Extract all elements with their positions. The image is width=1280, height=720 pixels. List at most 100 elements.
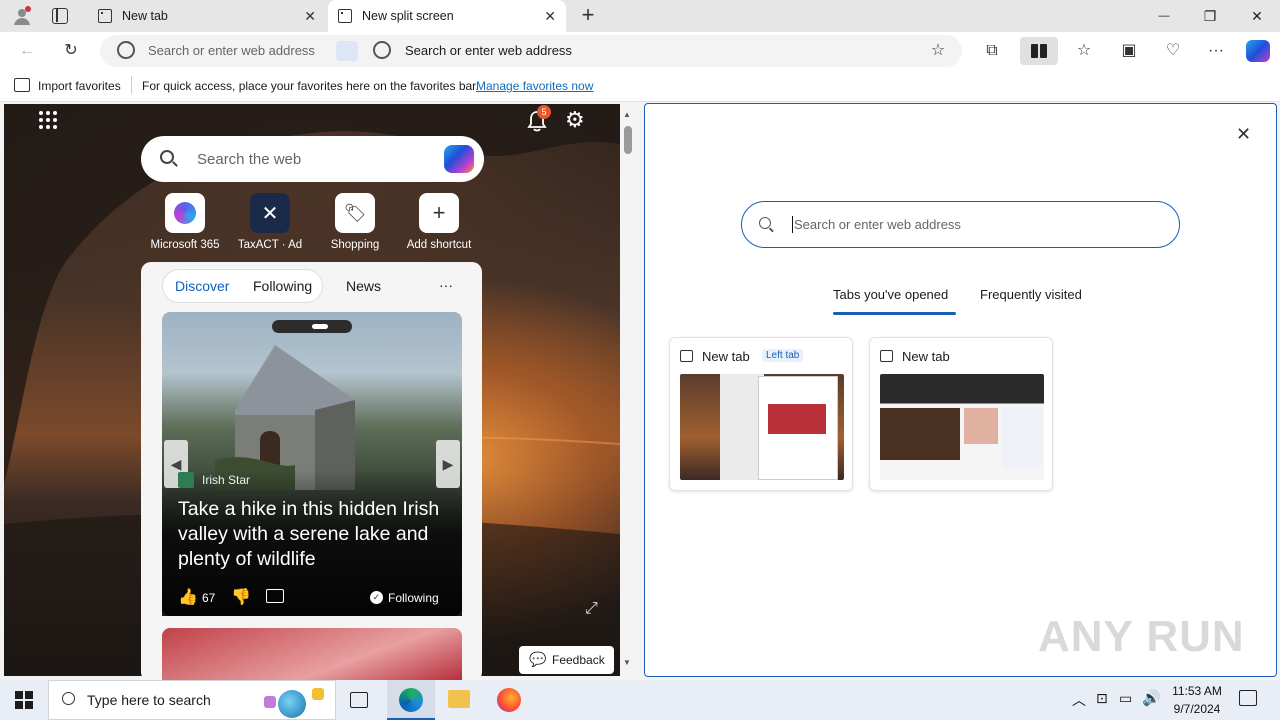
tab-frequently-visited[interactable]: Frequently visited (980, 287, 1082, 302)
favorite-star-icon[interactable]: ☆ (927, 40, 949, 62)
profile-avatar[interactable] (12, 6, 32, 26)
close-tab-icon[interactable]: ✕ (304, 8, 316, 25)
tab-tabs-youve-opened[interactable]: Tabs you've opened (833, 287, 948, 302)
volume-icon[interactable]: 🔊 (1142, 689, 1161, 707)
close-split-pane-icon[interactable]: ✕ (1236, 124, 1251, 145)
card-headline[interactable]: Take a hike in this hidden Irish valley … (178, 497, 453, 572)
feedback-icon: 💬 (529, 651, 547, 667)
web-search-input[interactable]: Search the web (197, 151, 301, 168)
opened-tab-card[interactable]: New tab Left tab (669, 337, 853, 491)
tab-preview-thumbnail (680, 374, 844, 480)
opened-tab-title: New tab (902, 349, 950, 364)
tab-actions-icon[interactable] (52, 8, 68, 24)
split-screen-button[interactable] (1020, 37, 1058, 65)
scroll-up-arrow[interactable]: ▲ (623, 110, 631, 119)
card-source: Irish Star (202, 473, 251, 487)
like-icon[interactable]: 👍 (178, 587, 198, 607)
favorites-hint: For quick access, place your favorites h… (142, 79, 479, 93)
plus-icon: + (419, 193, 459, 233)
shortcut-shopping[interactable]: 🏷 Shopping (320, 193, 390, 251)
carousel-next-button[interactable]: ▶ (436, 440, 460, 488)
task-view-icon[interactable] (350, 692, 368, 708)
feedback-button[interactable]: 💬 Feedback (519, 646, 614, 674)
clock-date[interactable]: 9/7/2024 (1170, 702, 1224, 716)
shortcut-label: TaxACT · Ad (237, 239, 303, 251)
tab-title: New split screen (362, 9, 454, 23)
network-icon[interactable]: ▭ (1119, 690, 1132, 707)
firefox-icon[interactable] (497, 688, 521, 712)
text-caret (792, 216, 793, 233)
like-count: 67 (202, 591, 216, 605)
feed-tab-discover[interactable]: Discover (175, 278, 229, 294)
minimize-button[interactable]: — (1152, 4, 1176, 28)
feed-more-icon[interactable]: ··· (439, 277, 453, 293)
active-tab-underline (833, 312, 956, 315)
opened-tab-card[interactable]: New tab (869, 337, 1053, 491)
news-card-2[interactable] (162, 628, 462, 688)
following-check-icon: ✓ (370, 591, 383, 604)
microsoft-365-icon (165, 193, 205, 233)
back-icon[interactable]: ← (16, 40, 38, 62)
page-icon (680, 350, 693, 362)
comment-icon[interactable] (266, 589, 284, 603)
close-window-button[interactable]: ✕ (1245, 4, 1269, 28)
scrollbar-thumb[interactable] (624, 126, 632, 154)
manage-favorites-link[interactable]: Manage favorites now (476, 79, 593, 93)
shopping-tag-icon: 🏷 (335, 193, 375, 233)
start-windows-icon[interactable] (14, 690, 34, 710)
tab-new-split-screen[interactable]: New split screen ✕ (328, 0, 566, 32)
more-menu-icon[interactable]: ··· (1205, 40, 1227, 62)
import-favorites-button[interactable]: Import favorites (38, 79, 121, 93)
favorites-icon[interactable]: ☆ (1073, 40, 1095, 62)
web-search-box[interactable] (141, 136, 484, 182)
taskbar-search-input[interactable]: Type here to search (87, 692, 211, 708)
notifications-icon[interactable] (1239, 690, 1257, 706)
browser-essentials-icon[interactable]: ♡ (1162, 40, 1184, 62)
import-favorites-icon (14, 78, 30, 92)
feed-tab-news[interactable]: News (346, 278, 381, 294)
refresh-icon[interactable]: ↻ (60, 40, 82, 62)
shortcut-add[interactable]: + Add shortcut (404, 193, 474, 251)
feedback-label: Feedback (552, 653, 605, 667)
tab-new-tab[interactable]: New tab ✕ (88, 0, 326, 32)
collections-icon[interactable]: ▣ (1118, 40, 1140, 62)
apps-launcher-icon[interactable] (38, 110, 58, 130)
device-icon[interactable]: ⊡ (1096, 690, 1108, 707)
carousel-indicator (272, 320, 352, 333)
favbar-divider (131, 76, 132, 94)
edge-taskbar-icon[interactable] (387, 680, 435, 720)
dislike-icon[interactable]: 👎 (231, 587, 251, 607)
show-hidden-icons[interactable]: ︿ (1072, 690, 1086, 710)
taskbar-search-icon (62, 692, 75, 705)
shortcut-taxact-ad[interactable]: ✕ TaxACT · Ad (235, 193, 305, 251)
scroll-down-arrow[interactable]: ▼ (623, 658, 631, 667)
split-page-icon (338, 9, 352, 23)
notification-count-badge: 5 (537, 105, 551, 119)
tab-preview-thumbnail (880, 374, 1044, 480)
feed-tab-following[interactable]: Following (253, 278, 312, 294)
shortcut-label: Add shortcut (406, 239, 472, 251)
opened-tab-title: New tab (702, 349, 750, 364)
page-icon (880, 350, 893, 362)
shortcut-label: Microsoft 365 (150, 239, 220, 251)
chapel-image (215, 345, 355, 490)
restore-button[interactable]: ❐ (1198, 4, 1222, 28)
close-tab-icon[interactable]: ✕ (544, 8, 556, 25)
copilot-icon[interactable] (1246, 40, 1270, 62)
tab-title: New tab (122, 9, 168, 23)
settings-gear-icon[interactable]: ⚙ (565, 109, 585, 131)
split-search-input[interactable]: Search or enter web address (794, 217, 961, 232)
expand-icon[interactable]: ⤢ (585, 600, 598, 618)
new-tab-button[interactable]: + (578, 4, 598, 28)
split-search-icon[interactable] (336, 41, 358, 61)
clock-time[interactable]: 11:53 AM (1170, 684, 1224, 698)
anyrun-watermark: ANY RUN (1038, 612, 1245, 661)
following-button[interactable]: Following (388, 591, 439, 605)
shortcut-microsoft-365[interactable]: Microsoft 365 (150, 193, 220, 251)
address-input-right[interactable]: Search or enter web address (405, 43, 572, 58)
file-explorer-icon[interactable] (448, 690, 470, 708)
address-input-left[interactable]: Search or enter web address (148, 43, 315, 58)
extensions-icon[interactable]: ⧉ (981, 40, 1003, 62)
left-pane-scrollbar[interactable] (621, 104, 635, 676)
copilot-icon[interactable] (444, 145, 474, 173)
